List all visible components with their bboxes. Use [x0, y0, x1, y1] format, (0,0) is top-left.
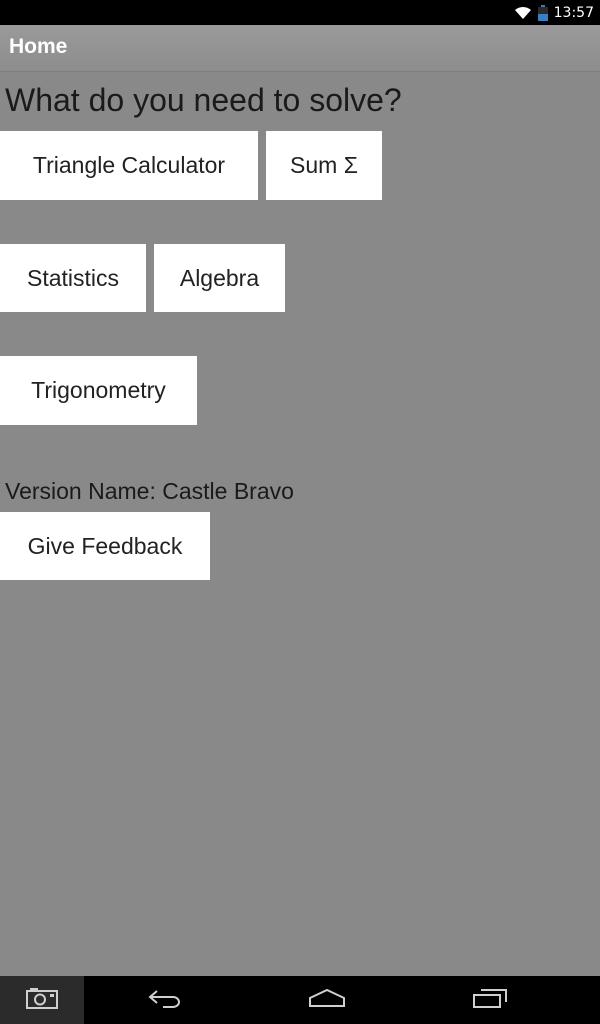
recent-apps-icon: [472, 988, 508, 1012]
give-feedback-button[interactable]: Give Feedback: [0, 512, 210, 580]
camera-button[interactable]: [0, 976, 84, 1024]
wifi-icon: [514, 6, 532, 20]
version-label: Version Name: Castle Bravo: [5, 478, 294, 504]
screen: 13:57 Home What do you need to solve? Tr…: [0, 0, 600, 1024]
back-icon: [147, 988, 183, 1012]
navigation-bar: [0, 976, 600, 1024]
algebra-button[interactable]: Algebra: [154, 244, 285, 312]
status-time: 13:57: [553, 4, 594, 21]
triangle-calculator-button[interactable]: Triangle Calculator: [0, 131, 258, 200]
trigonometry-button[interactable]: Trigonometry: [0, 356, 197, 425]
battery-icon: [537, 4, 548, 21]
recent-apps-button[interactable]: [455, 976, 525, 1024]
statistics-button[interactable]: Statistics: [0, 244, 146, 312]
home-button[interactable]: [292, 976, 362, 1024]
sum-button[interactable]: Sum Σ: [266, 131, 382, 200]
app-title: Home: [9, 35, 68, 58]
home-icon: [308, 988, 346, 1012]
action-bar: Home: [0, 25, 600, 72]
page-heading: What do you need to solve?: [5, 82, 402, 118]
status-bar: 13:57: [0, 0, 600, 25]
camera-icon: [26, 987, 58, 1013]
back-button[interactable]: [130, 976, 200, 1024]
